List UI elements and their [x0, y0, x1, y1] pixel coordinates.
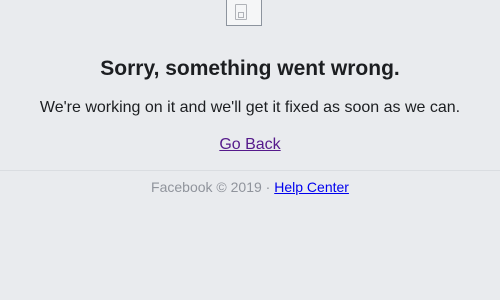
footer-separator: ·	[265, 179, 271, 195]
error-title: Sorry, something went wrong.	[100, 57, 400, 80]
go-back-container: Go Back	[0, 135, 500, 155]
error-message: We're working on it and we'll get it fix…	[39, 99, 461, 116]
footer: Facebook © 2019 · Help Center	[0, 178, 500, 196]
help-center-link[interactable]: Help Center	[274, 179, 349, 195]
broken-image-icon	[226, 0, 262, 26]
copyright-text: Facebook © 2019	[151, 179, 262, 195]
go-back-link[interactable]: Go Back	[219, 136, 280, 153]
footer-divider	[0, 170, 500, 171]
error-page: Sorry, something went wrong. We're worki…	[0, 0, 500, 300]
image-placeholder-glyph	[235, 4, 247, 20]
